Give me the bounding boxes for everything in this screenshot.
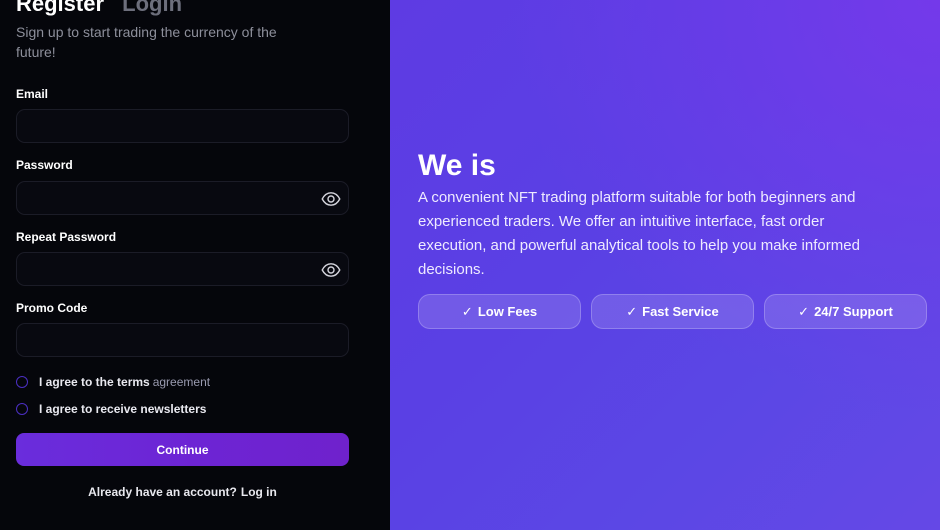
feature-label: Fast Service bbox=[642, 304, 719, 319]
repeat-password-label: Repeat Password bbox=[16, 230, 117, 244]
login-prompt-text: Already have an account? bbox=[88, 485, 237, 499]
hero-title: We is bbox=[418, 149, 496, 182]
promo-code-field-wrapper bbox=[16, 323, 349, 357]
terms-label: I agree to the terms bbox=[39, 375, 150, 389]
password-field-wrapper bbox=[16, 181, 349, 215]
registration-panel: Register Login Sign up to start trading … bbox=[0, 0, 390, 530]
newsletter-label: I agree to receive newsletters bbox=[39, 402, 207, 416]
terms-checkbox-row: I agree to the terms agreement bbox=[16, 374, 210, 390]
hero-description: A convenient NFT trading platform suitab… bbox=[418, 189, 860, 278]
feature-pill-low-fees: ✓ Low Fees bbox=[418, 294, 581, 329]
repeat-password-field-wrapper bbox=[16, 252, 349, 286]
tab-register[interactable]: Register bbox=[16, 0, 104, 16]
check-icon: ✓ bbox=[798, 303, 810, 319]
feature-label: Low Fees bbox=[477, 304, 538, 319]
repeat-password-field[interactable] bbox=[17, 253, 348, 285]
feature-label: 24/7 Support bbox=[814, 304, 893, 319]
check-icon: ✓ bbox=[461, 303, 473, 319]
eye-icon[interactable] bbox=[321, 189, 341, 209]
auth-tabs: Register Login bbox=[16, 0, 182, 16]
hero-panel: We is A convenient NFT trading platform … bbox=[390, 0, 940, 530]
register-subtitle: Sign up to start trading the currency of… bbox=[16, 24, 277, 60]
login-prompt: Already have an account? Log in bbox=[0, 485, 365, 499]
terms-checkbox[interactable] bbox=[16, 376, 28, 388]
newsletter-checkbox[interactable] bbox=[16, 403, 28, 415]
eye-icon[interactable] bbox=[321, 260, 341, 280]
feature-pill-fast-service: ✓ Fast Service bbox=[591, 294, 754, 329]
feature-pill-support: ✓ 24/7 Support bbox=[764, 294, 927, 329]
newsletter-checkbox-row: I agree to receive newsletters bbox=[16, 401, 206, 417]
login-link[interactable]: Log in bbox=[241, 485, 277, 499]
email-label: Email bbox=[16, 87, 49, 101]
email-field-wrapper bbox=[16, 109, 349, 143]
email-field[interactable] bbox=[17, 110, 348, 142]
password-field[interactable] bbox=[17, 182, 348, 214]
tab-login[interactable]: Login bbox=[122, 0, 182, 16]
password-label: Password bbox=[16, 158, 73, 172]
promo-code-label: Promo Code bbox=[16, 301, 88, 315]
promo-code-field[interactable] bbox=[17, 324, 348, 356]
continue-button[interactable]: Continue bbox=[16, 433, 349, 466]
agreement-link[interactable]: agreement bbox=[153, 375, 210, 389]
check-icon: ✓ bbox=[626, 303, 638, 319]
